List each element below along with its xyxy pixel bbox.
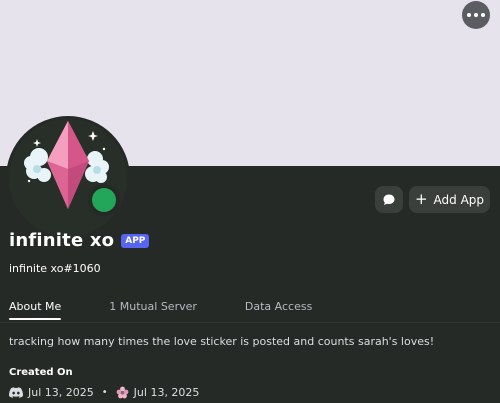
server-joined-date: Jul 13, 2025 (133, 386, 200, 399)
created-on-row: Jul 13, 2025 • Jul 13, 2025 (9, 386, 199, 399)
profile-tabs: About Me 1 Mutual Server Data Access (9, 300, 312, 320)
ellipsis-dot (474, 13, 478, 17)
bio-text: tracking how many times the love sticker… (9, 335, 435, 348)
tab-data-access[interactable]: Data Access (245, 300, 312, 313)
created-on-heading: Created On (9, 367, 73, 378)
plus-icon: + (414, 190, 428, 208)
chat-bubble-icon (383, 194, 395, 205)
discord-logo-icon (9, 387, 23, 398)
add-app-label: Add App (433, 192, 485, 207)
separator-dot: • (101, 387, 108, 398)
add-app-button[interactable]: + Add App (409, 186, 490, 213)
ellipsis-icon (467, 13, 471, 17)
more-options-button[interactable] (462, 1, 490, 29)
tab-divider (0, 322, 500, 323)
ellipsis-dot (481, 13, 485, 17)
name-row: infinite xo APP (9, 230, 150, 251)
server-flower-icon[interactable] (116, 386, 129, 399)
pink-crystal-avatar-image (24, 121, 109, 209)
display-name: infinite xo (9, 230, 115, 251)
online-status-indicator (88, 184, 120, 216)
app-badge: APP (121, 233, 150, 248)
discord-created-date: Jul 13, 2025 (28, 386, 94, 399)
avatar[interactable] (9, 119, 127, 237)
tab-about-me[interactable]: About Me (9, 300, 62, 320)
username[interactable]: infinite xo#1060 (9, 262, 101, 275)
tab-mutual-servers[interactable]: 1 Mutual Server (109, 300, 197, 313)
message-button[interactable] (375, 186, 403, 213)
